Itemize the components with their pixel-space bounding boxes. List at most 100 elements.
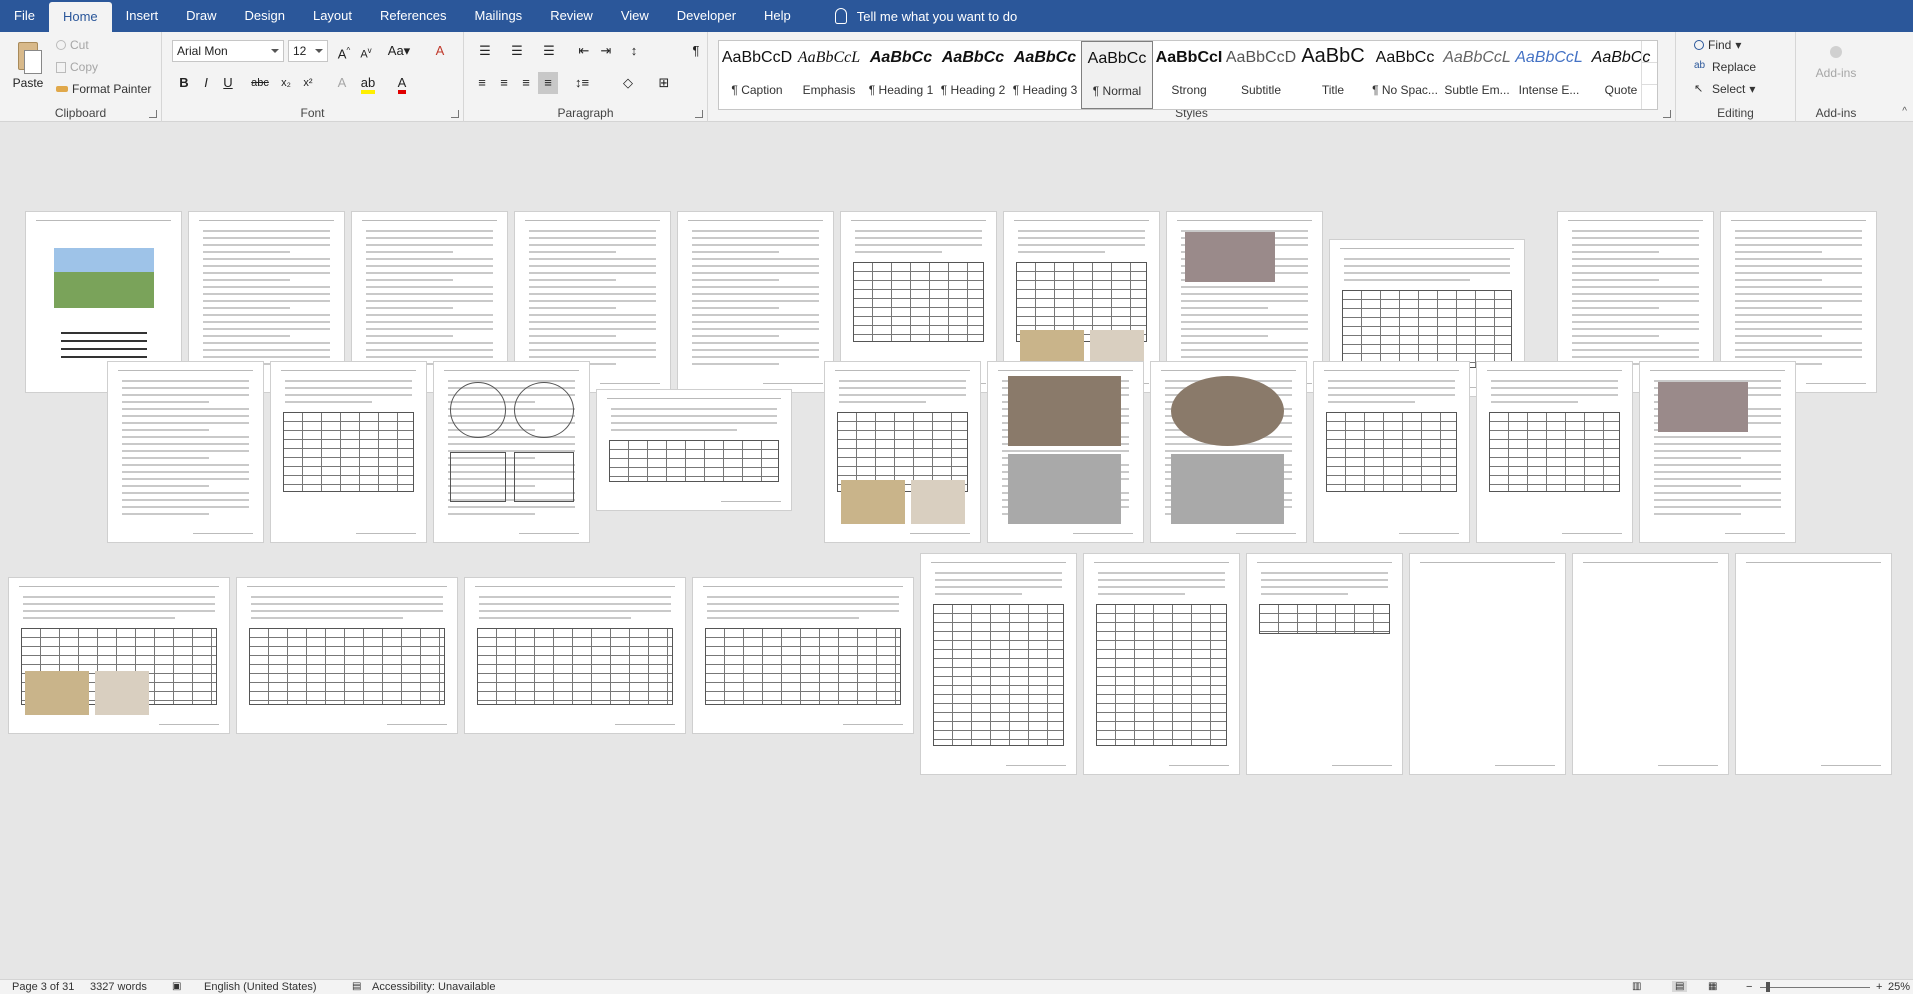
document-page[interactable] bbox=[1572, 553, 1729, 775]
numbering-icon[interactable]: ☰ bbox=[504, 40, 530, 62]
increase-indent-icon[interactable]: ⇥ bbox=[596, 40, 616, 62]
document-area[interactable] bbox=[0, 123, 1913, 979]
justify-icon[interactable]: ≡ bbox=[538, 72, 558, 94]
bold-icon[interactable]: B bbox=[174, 72, 194, 94]
accessibility-status[interactable]: Accessibility: Unavailable bbox=[372, 981, 496, 993]
tell-me-box[interactable]: Tell me what you want to do bbox=[834, 0, 1017, 32]
document-page[interactable] bbox=[1246, 553, 1403, 775]
zoom-slider[interactable] bbox=[1760, 987, 1870, 988]
shading-icon[interactable]: ◇ bbox=[614, 72, 642, 94]
sort-icon[interactable]: ↕ bbox=[624, 40, 644, 62]
style-emphasis[interactable]: AaBbCcL Emphasis bbox=[793, 41, 865, 109]
document-page[interactable] bbox=[1639, 361, 1796, 543]
bullets-icon[interactable]: ☰ bbox=[472, 40, 498, 62]
document-page[interactable] bbox=[987, 361, 1144, 543]
tab-layout[interactable]: Layout bbox=[299, 0, 366, 32]
strikethrough-icon[interactable]: abc bbox=[248, 72, 272, 94]
tab-insert[interactable]: Insert bbox=[112, 0, 173, 32]
superscript-icon[interactable]: x² bbox=[298, 72, 318, 94]
align-left-icon[interactable]: ≡ bbox=[472, 72, 492, 94]
macro-icon[interactable]: ▤ bbox=[352, 981, 361, 992]
collapse-ribbon-icon[interactable]: ^ bbox=[1902, 106, 1907, 117]
chevron-up-icon[interactable] bbox=[1642, 41, 1657, 63]
shrink-font-icon[interactable]: Av bbox=[356, 40, 376, 62]
style-heading-2[interactable]: AaBbCc ¶ Heading 2 bbox=[937, 41, 1009, 109]
underline-icon[interactable]: U bbox=[218, 72, 238, 94]
replace-button[interactable]: ab Replace bbox=[1694, 60, 1756, 74]
document-page[interactable] bbox=[1313, 361, 1470, 543]
text-effects-icon[interactable]: A bbox=[332, 72, 352, 94]
style-subtitle[interactable]: AaBbCcD Subtitle bbox=[1225, 41, 1297, 109]
borders-icon[interactable]: ⊞ bbox=[650, 72, 678, 94]
document-page[interactable] bbox=[236, 577, 458, 734]
styles-launcher-icon[interactable] bbox=[1663, 110, 1671, 118]
style-subtle-em[interactable]: AaBbCcL Subtle Em... bbox=[1441, 41, 1513, 109]
show-marks-icon[interactable]: ¶ bbox=[686, 40, 706, 62]
style-heading-1[interactable]: AaBbCc ¶ Heading 1 bbox=[865, 41, 937, 109]
clipboard-launcher-icon[interactable] bbox=[149, 110, 157, 118]
zoom-slider-thumb[interactable] bbox=[1766, 982, 1770, 992]
document-page[interactable] bbox=[1150, 361, 1307, 543]
copy-button[interactable]: Copy bbox=[56, 60, 98, 74]
document-page[interactable] bbox=[464, 577, 686, 734]
document-page[interactable] bbox=[1409, 553, 1566, 775]
format-painter-button[interactable]: Format Painter bbox=[56, 82, 151, 96]
cut-button[interactable]: Cut bbox=[56, 38, 89, 52]
line-spacing-icon[interactable]: ↕≡ bbox=[568, 72, 596, 94]
clear-formatting-icon[interactable]: A bbox=[430, 40, 450, 62]
page-count[interactable]: Page 3 of 31 bbox=[12, 981, 74, 993]
language-status[interactable]: English (United States) bbox=[204, 981, 317, 993]
document-page[interactable] bbox=[433, 361, 590, 543]
align-center-icon[interactable]: ≡ bbox=[494, 72, 514, 94]
print-layout-icon[interactable]: ▤ bbox=[1672, 981, 1688, 992]
style-intense-e[interactable]: AaBbCcL Intense E... bbox=[1513, 41, 1585, 109]
document-page[interactable] bbox=[1083, 553, 1240, 775]
document-page[interactable] bbox=[8, 577, 230, 734]
find-button[interactable]: Find ▾ bbox=[1694, 38, 1741, 52]
document-page[interactable] bbox=[270, 361, 427, 543]
highlight-icon[interactable]: ab bbox=[358, 72, 378, 94]
document-page[interactable] bbox=[692, 577, 914, 734]
paragraph-launcher-icon[interactable] bbox=[695, 110, 703, 118]
document-page[interactable] bbox=[107, 361, 264, 543]
chevron-down-icon[interactable] bbox=[1642, 63, 1657, 85]
align-right-icon[interactable]: ≡ bbox=[516, 72, 536, 94]
style-normal[interactable]: AaBbCc ¶ Normal bbox=[1081, 41, 1153, 109]
zoom-in-icon[interactable]: + bbox=[1876, 981, 1882, 993]
font-color-icon[interactable]: A bbox=[392, 72, 412, 94]
style-title[interactable]: AaBbC Title bbox=[1297, 41, 1369, 109]
tab-mailings[interactable]: Mailings bbox=[461, 0, 537, 32]
decrease-indent-icon[interactable]: ⇤ bbox=[574, 40, 594, 62]
document-page[interactable] bbox=[1476, 361, 1633, 543]
zoom-out-icon[interactable]: − bbox=[1746, 981, 1752, 993]
grow-font-icon[interactable]: A^ bbox=[334, 40, 354, 62]
style-caption[interactable]: AaBbCcD ¶ Caption bbox=[721, 41, 793, 109]
style-no-spac[interactable]: AaBbCc ¶ No Spac... bbox=[1369, 41, 1441, 109]
paste-button[interactable]: Paste bbox=[6, 36, 50, 98]
zoom-level[interactable]: 25% bbox=[1888, 981, 1910, 993]
font-name-combo[interactable]: Arial Mon bbox=[172, 40, 284, 62]
multilevel-list-icon[interactable]: ☰ bbox=[536, 40, 562, 62]
document-page[interactable] bbox=[596, 389, 792, 511]
tab-home[interactable]: Home bbox=[48, 2, 112, 32]
more-styles-icon[interactable] bbox=[1642, 85, 1657, 107]
document-page[interactable] bbox=[920, 553, 1077, 775]
word-count[interactable]: 3327 words bbox=[90, 981, 147, 993]
tab-view[interactable]: View bbox=[607, 0, 663, 32]
addins-button[interactable]: Add-ins bbox=[1806, 40, 1866, 90]
tab-file[interactable]: File bbox=[0, 0, 49, 32]
web-layout-icon[interactable]: ▦ bbox=[1708, 981, 1717, 992]
document-page[interactable] bbox=[677, 211, 834, 393]
styles-gallery-scroll[interactable] bbox=[1641, 41, 1657, 109]
tab-help[interactable]: Help bbox=[750, 0, 805, 32]
document-page[interactable] bbox=[824, 361, 981, 543]
tab-draw[interactable]: Draw bbox=[172, 0, 230, 32]
subscript-icon[interactable]: x₂ bbox=[276, 72, 296, 94]
select-button[interactable]: ↖ Select ▾ bbox=[1694, 82, 1755, 96]
document-page[interactable] bbox=[1735, 553, 1892, 775]
proofing-icon[interactable]: ▣ bbox=[172, 981, 181, 992]
change-case-icon[interactable]: Aa▾ bbox=[384, 40, 414, 62]
font-size-combo[interactable]: 12 bbox=[288, 40, 328, 62]
tab-review[interactable]: Review bbox=[536, 0, 607, 32]
tab-references[interactable]: References bbox=[366, 0, 460, 32]
